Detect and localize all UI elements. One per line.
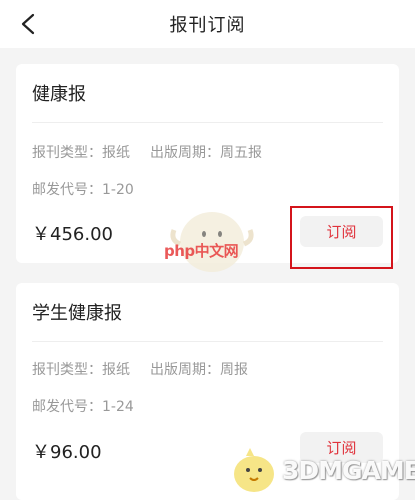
meta-row: 报刊类型：报纸 出版周期：周报 <box>32 359 248 379</box>
divider <box>32 122 383 123</box>
meta-row: 报刊类型：报纸 出版周期：周五报 <box>32 142 262 162</box>
game-watermark-text: 3DMGAME <box>282 456 415 485</box>
newspaper-title: 学生健康报 <box>32 303 122 324</box>
newspaper-title: 健康报 <box>32 84 86 105</box>
type-label: 报刊类型： <box>32 145 102 161</box>
highlight-annotation <box>290 206 393 269</box>
back-button[interactable] <box>14 10 42 38</box>
code-value: 1-24 <box>102 399 134 415</box>
code-label: 邮发代号： <box>32 399 102 415</box>
type-label: 报刊类型： <box>32 362 102 378</box>
page-title: 报刊订阅 <box>169 15 246 36</box>
code-value: 1-20 <box>102 182 134 198</box>
price: ￥456.00 <box>32 224 113 245</box>
php-watermark: php中文网 <box>162 200 262 280</box>
type-value: 报纸 <box>102 362 130 378</box>
chevron-left-icon <box>21 13 35 35</box>
php-watermark-text: php中文网 <box>164 242 239 260</box>
period-label: 出版周期： <box>150 362 220 378</box>
period-value: 周报 <box>220 362 248 378</box>
type-value: 报纸 <box>102 145 130 161</box>
period-value: 周五报 <box>220 145 262 161</box>
period-label: 出版周期： <box>150 145 220 161</box>
price: ￥96.00 <box>32 442 102 463</box>
divider <box>32 341 383 342</box>
code-label: 邮发代号： <box>32 182 102 198</box>
game-watermark: 3DMGAME <box>226 444 415 500</box>
code-row: 邮发代号：1-24 <box>32 396 134 416</box>
top-bar: 报刊订阅 <box>0 0 415 48</box>
code-row: 邮发代号：1-20 <box>32 179 134 199</box>
